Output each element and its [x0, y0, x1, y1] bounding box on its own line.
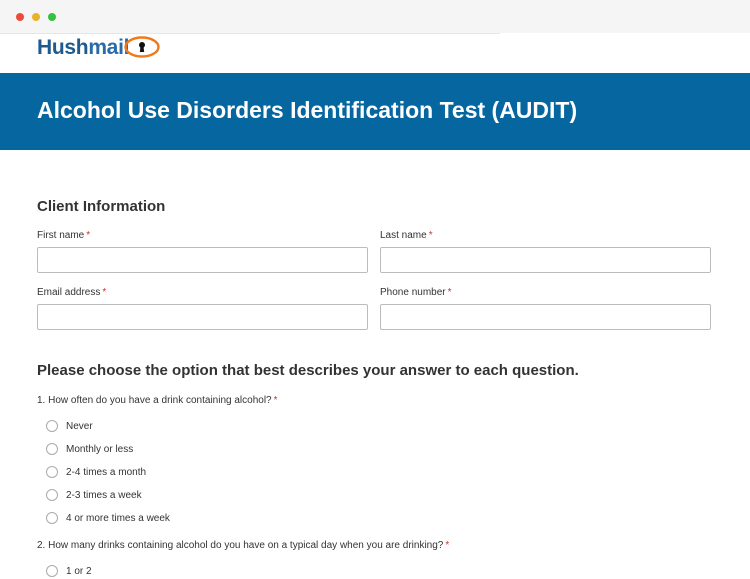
email-label: Email address *	[37, 287, 107, 298]
first-name-label: First name *	[37, 230, 91, 241]
keyhole-ring-icon	[124, 36, 160, 58]
first-name-input[interactable]	[37, 247, 368, 273]
q1-option-monthly[interactable]: Monthly or less	[46, 442, 133, 456]
form-banner: Alcohol Use Disorders Identification Tes…	[0, 73, 750, 150]
option-label: 2-3 times a week	[66, 489, 142, 501]
phone-input[interactable]	[380, 304, 711, 330]
question-2: 2. How many drinks containing alcohol do…	[37, 540, 450, 551]
q1-option-never[interactable]: Never	[46, 419, 93, 433]
phone-label: Phone number *	[380, 287, 452, 298]
option-label: Monthly or less	[66, 443, 134, 455]
option-label: 2-4 times a month	[66, 466, 147, 478]
q1-option-2-3-week[interactable]: 2-3 times a week	[46, 488, 142, 502]
last-name-input[interactable]	[380, 247, 711, 273]
radio-button[interactable]	[46, 466, 58, 478]
close-window-button[interactable]	[16, 13, 24, 21]
window-titlebar	[0, 0, 750, 34]
client-info-title: Client Information	[37, 198, 166, 215]
option-label: 1 or 2	[66, 565, 92, 577]
email-input[interactable]	[37, 304, 368, 330]
titlebar-divider	[500, 33, 750, 34]
option-label: 4 or more times a week	[66, 512, 170, 524]
logo-text: Hushmail	[37, 36, 129, 60]
radio-button[interactable]	[46, 420, 58, 432]
q1-option-2-4-month[interactable]: 2-4 times a month	[46, 465, 146, 479]
minimize-window-button[interactable]	[32, 13, 40, 21]
option-label: Never	[66, 420, 93, 432]
radio-button[interactable]	[46, 512, 58, 524]
radio-button[interactable]	[46, 565, 58, 577]
form-title: Alcohol Use Disorders Identification Tes…	[37, 97, 578, 123]
question-1: 1. How often do you have a drink contain…	[37, 395, 278, 406]
last-name-label: Last name *	[380, 230, 433, 241]
radio-button[interactable]	[46, 489, 58, 501]
logo-text-bold: Hush	[37, 36, 89, 59]
radio-button[interactable]	[46, 443, 58, 455]
q1-option-4-plus-week[interactable]: 4 or more times a week	[46, 511, 170, 525]
maximize-window-button[interactable]	[48, 13, 56, 21]
q2-option-1-or-2[interactable]: 1 or 2	[46, 564, 92, 578]
questions-heading: Please choose the option that best descr…	[37, 362, 579, 379]
